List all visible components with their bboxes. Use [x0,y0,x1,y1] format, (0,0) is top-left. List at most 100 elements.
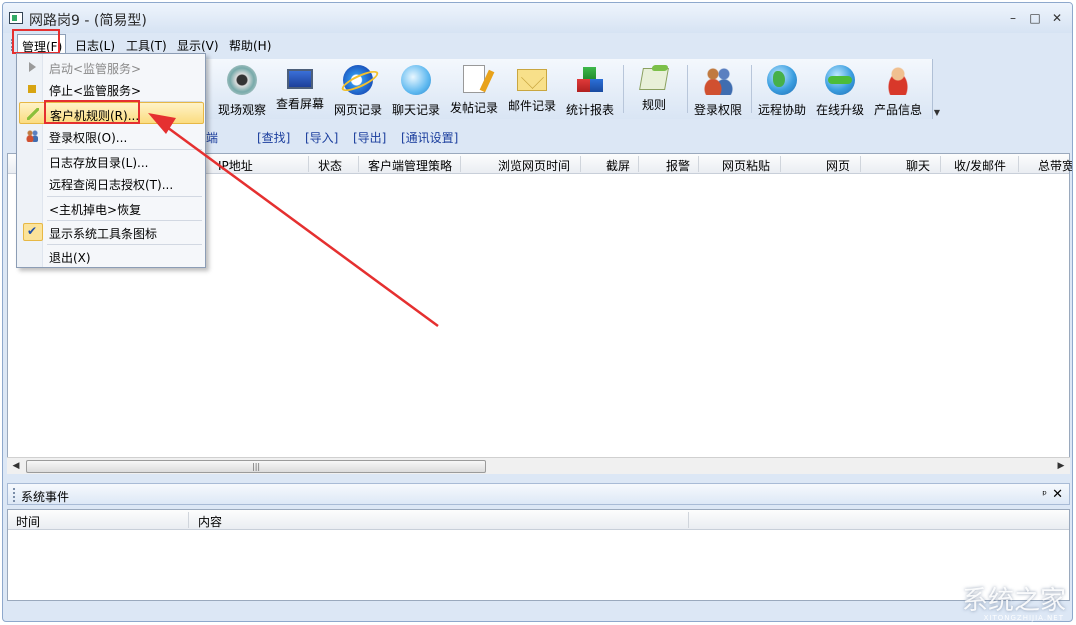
col-mail[interactable]: 收/发邮件 [954,157,1006,174]
minimize-button[interactable]: – [1002,9,1024,27]
linkbar-fragment: 端 [206,131,219,145]
menuitem-label: 日志存放目录(L)... [49,156,149,170]
toolbar-label: 发帖记录 [449,101,498,115]
menuitem-stop-service[interactable]: 停止<监管服务> [19,78,204,100]
menuitem-label: 启动<监管服务> [49,62,142,76]
col-policy[interactable]: 客户端管理策略 [368,157,452,174]
chat-bubble-icon [401,65,431,95]
toolbar-label: 统计报表 [565,103,614,117]
management-dropdown: 启动<监管服务> 停止<监管服务> 客户机规则(R)... 登录权限(O)...… [16,53,206,268]
toolbar-label: 登录权限 [693,103,742,117]
link-bar: 端 [查找] [导入] [导出] [通讯设置] [203,123,1063,149]
toolbar-view-screen-button[interactable]: 查看屏幕 [271,63,329,117]
events-col-time[interactable]: 时间 [16,513,40,530]
link-search[interactable]: [查找] [257,129,290,146]
col-web[interactable]: 网页 [826,157,850,174]
link-import[interactable]: [导入] [305,129,338,146]
menuitem-label: 退出(X) [49,251,91,265]
col-ip[interactable]: IP地址 [218,157,253,174]
col-divider [358,156,359,172]
menu-tools[interactable]: 工具(T) [126,37,167,54]
toolbar-mail-log-button[interactable]: 邮件记录 [503,63,561,117]
col-web-paste[interactable]: 网页粘贴 [722,157,770,174]
rule-icon [639,68,669,90]
toolbar-product-info-button[interactable]: 产品信息 [869,63,927,117]
scroll-left-icon[interactable]: ◀ [9,460,23,473]
globe-icon [767,65,797,95]
rule-icon [27,108,39,120]
mascot-icon [883,65,913,95]
col-divider [688,512,689,528]
scroll-thumb[interactable]: ||| [26,460,486,473]
menuitem-label: 停止<监管服务> [49,84,142,98]
menuitem-exit[interactable]: 退出(X) [19,245,204,267]
check-icon: ✔ [27,224,38,238]
maximize-button[interactable]: □ [1024,9,1046,27]
toolbar-stats-report-button[interactable]: 统计报表 [561,63,619,117]
col-divider [780,156,781,172]
link-export[interactable]: [导出] [353,129,386,146]
col-total-bandwidth[interactable]: 总带宽 [1038,157,1072,174]
scroll-right-icon[interactable]: ▶ [1054,460,1068,473]
globe-arrow-icon [825,65,855,95]
toolbar-remote-assist-button[interactable]: 远程协助 [753,63,811,117]
post-note-icon [463,65,485,93]
col-browse-time[interactable]: 浏览网页时间 [498,157,570,174]
col-divider [638,156,639,172]
link-comm-settings[interactable]: [通讯设置] [401,129,458,146]
col-divider [460,156,461,172]
watermark-logo: 系统之家 [961,586,1066,616]
toolbar-chat-log-button[interactable]: 聊天记录 [387,63,445,117]
cubes-icon [575,65,605,95]
ie-icon [343,65,373,95]
col-screenshot[interactable]: 截屏 [606,157,630,174]
menuitem-start-service[interactable]: 启动<监管服务> [19,56,204,78]
menuitem-highlight-box [44,100,140,124]
menuitem-label: 远程查阅日志授权(T)... [49,178,174,192]
toolbar-label: 查看屏幕 [275,97,324,111]
events-grip[interactable] [13,488,16,502]
toolbar-separator [751,65,752,113]
toolbar-login-permission-button[interactable]: 登录权限 [689,63,747,117]
col-divider [188,512,189,528]
col-status[interactable]: 状态 [318,157,342,174]
toolbar-label: 产品信息 [873,103,922,117]
menuitem-power-recovery[interactable]: <主机掉电>恢复 [19,197,204,219]
toolbar-label: 在线升级 [815,103,864,117]
toolbar-label: 邮件记录 [507,99,556,113]
col-alarm[interactable]: 报警 [666,157,690,174]
horizontal-scrollbar[interactable]: ◀ ||| ▶ [7,457,1070,474]
menu-help[interactable]: 帮助(H) [229,37,271,54]
toolbar-rules-button[interactable]: 规则 [625,63,683,117]
col-chat[interactable]: 聊天 [906,157,930,174]
main-toolbar: 现场观察 查看屏幕 网页记录 聊天记录 发帖记录 邮件记录 统计报表 规则 登录… [203,59,940,119]
events-title: 系统事件 [21,490,70,504]
system-events-pane: 系统事件 ᵖ ✕ 时间 内容 [7,483,1070,620]
col-divider [860,156,861,172]
menuitem-label: 登录权限(O)... [49,131,128,145]
close-button[interactable]: ✕ [1046,9,1068,27]
toolbar-web-log-button[interactable]: 网页记录 [329,63,387,117]
events-col-content[interactable]: 内容 [198,513,222,530]
menu-log[interactable]: 日志(L) [75,37,115,54]
toolbar-overflow-icon[interactable]: ▼ [934,108,940,117]
col-divider [1018,156,1019,172]
toolbar-label: 网页记录 [333,103,382,117]
toolbar-live-view-button[interactable]: 现场观察 [213,63,271,117]
watermark-subtext: XITONGZHIJIA.NET [983,614,1064,622]
menuitem-show-tray-icon[interactable]: ✔ 显示系统工具条图标 [19,221,204,243]
toolbar-separator [687,65,688,113]
menu-highlight-box [12,29,60,54]
toolbar-post-log-button[interactable]: 发帖记录 [445,63,503,117]
menu-view[interactable]: 显示(V) [177,37,219,54]
play-icon [29,62,36,72]
menuitem-login-permission[interactable]: 登录权限(O)... [19,125,204,147]
scroll-grip-icon: ||| [252,462,261,471]
toolbar-label: 远程协助 [757,103,806,117]
menuitem-log-directory[interactable]: 日志存放目录(L)... [19,150,204,172]
events-table[interactable]: 时间 内容 [7,509,1070,601]
pin-icon[interactable]: ᵖ [1042,488,1047,501]
toolbar-online-upgrade-button[interactable]: 在线升级 [811,63,869,117]
menuitem-remote-log-auth[interactable]: 远程查阅日志授权(T)... [19,172,204,194]
events-close-icon[interactable]: ✕ [1052,487,1063,502]
